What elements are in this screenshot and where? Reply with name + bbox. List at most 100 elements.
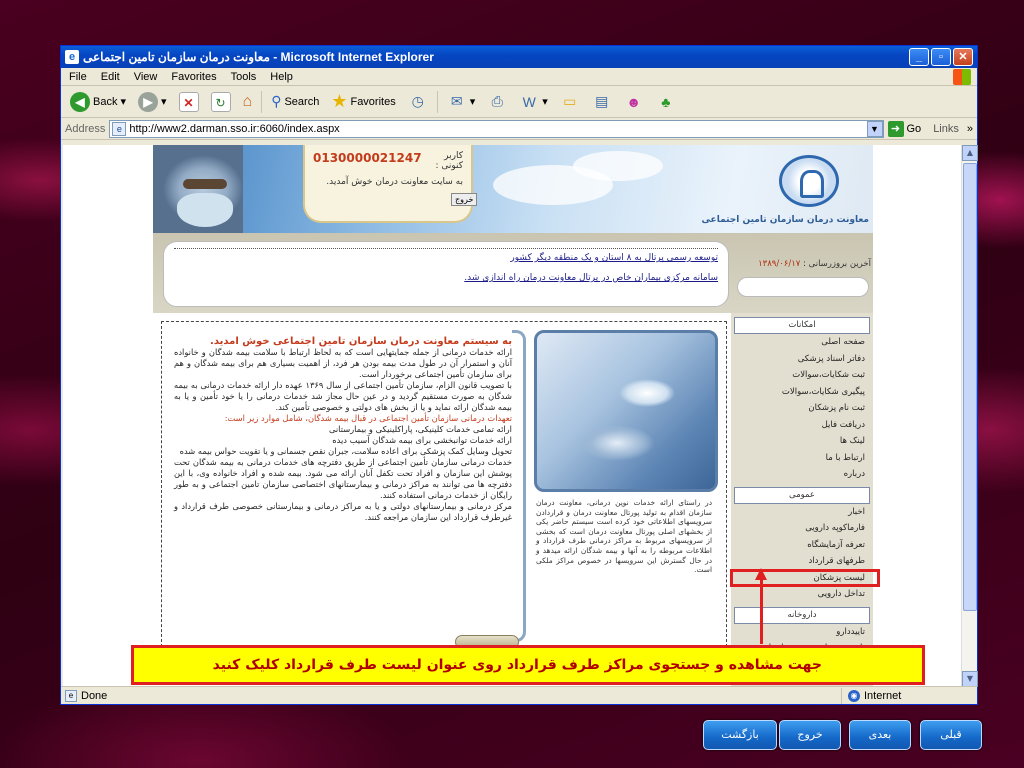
minimize-button[interactable]: _ xyxy=(909,48,929,66)
menu-view[interactable]: View xyxy=(134,71,158,83)
search-icon: ⚲ xyxy=(271,93,282,109)
main-paragraph: ارائه خدمات درمانی از جمله جمایتهایی است… xyxy=(174,347,512,379)
menu-item-contract-parties[interactable]: طرفهای قرارداد xyxy=(731,553,873,570)
refresh-button[interactable]: ↻ xyxy=(208,90,234,114)
print-button[interactable]: ⎙ xyxy=(484,91,510,112)
chevron-down-icon: ▾ xyxy=(542,96,548,108)
toolbar-separator xyxy=(261,90,263,113)
next-nav-button[interactable]: بعدی xyxy=(849,720,911,750)
home-button[interactable]: ⌂ xyxy=(240,91,256,113)
news-link[interactable]: توسعه رسمی پرتال به ۸ استان و یک منطقه د… xyxy=(174,253,718,263)
welcome-text: به سایت معاونت درمان خوش آمدید. xyxy=(326,177,463,187)
menu-item-doctors-list[interactable]: لیست پزشکان xyxy=(730,568,880,587)
messenger-button[interactable]: ☻ xyxy=(621,92,647,112)
menu-item-download[interactable]: دریافت فایل xyxy=(731,417,873,434)
home-icon: ⌂ xyxy=(242,92,253,110)
research-button[interactable]: ▤ xyxy=(589,91,615,112)
back-nav-button[interactable]: بازگشت xyxy=(703,720,777,750)
current-user: کاربر کنونی : 0130000021247 xyxy=(313,151,463,171)
globe-icon: ◉ xyxy=(848,689,860,702)
news-link[interactable]: سامانه مرکزی بیماران خاص در پرتال معاونت… xyxy=(174,273,718,283)
menu-item-about[interactable]: درباره xyxy=(731,466,873,483)
menu-item-contact[interactable]: ارتباط با ما xyxy=(731,450,873,467)
toolbar: ◀ Back ▾ ▶ ▾ ✕ ↻ ⌂ ⚲ Search ★ Favorites … xyxy=(61,86,977,118)
doctor-mask xyxy=(177,193,233,227)
printer-icon: ⎙ xyxy=(491,93,503,109)
scroll-thumb[interactable] xyxy=(963,163,977,611)
content-frame: به سیستم معاونت درمان سازمان تامین اجتما… xyxy=(161,321,727,647)
menu-help[interactable]: Help xyxy=(270,71,293,83)
update-slot xyxy=(737,277,869,297)
main-list-item: ارائه خدمات توانبخشی برای بیمه شدگان آسی… xyxy=(332,435,512,445)
forward-button[interactable]: ▶ ▾ xyxy=(135,90,170,114)
menu-item-drug-approval[interactable]: تاییددارو xyxy=(731,624,873,641)
main-subtitle: تعهدات درمانی سازمان تأمین اجتماعی در قب… xyxy=(224,413,512,423)
search-button[interactable]: ⚲ Search xyxy=(268,91,322,112)
menu-group-general: عمومی xyxy=(734,486,870,504)
annotation-arrow xyxy=(760,578,763,644)
scroll-up-icon[interactable]: ▲ xyxy=(962,145,978,161)
sso-emblem-icon xyxy=(779,155,839,207)
menu-item-submit-complaint[interactable]: ثبت شکایات،سوالات xyxy=(731,367,873,384)
vertical-scrollbar[interactable]: ▲ ▼ xyxy=(961,145,978,687)
menu-file[interactable]: File xyxy=(69,71,87,83)
logout-button[interactable]: خروج xyxy=(451,193,478,206)
folder-icon: ▭ xyxy=(563,93,577,109)
favorites-button[interactable]: ★ Favorites xyxy=(328,89,398,114)
previous-nav-button[interactable]: قبلی xyxy=(920,720,982,750)
folder-button[interactable]: ▭ xyxy=(557,91,583,112)
main-title: به سیستم معاونت درمان سازمان تامین اجتما… xyxy=(210,336,512,347)
menu-favorites[interactable]: Favorites xyxy=(171,71,216,83)
windows-flag-icon xyxy=(953,69,971,85)
mail-button[interactable]: ✉ ▾ xyxy=(444,91,479,112)
main-list-item: ارائه تمامی خدمات کلینیکی، پاراکلینیکی و… xyxy=(328,424,512,434)
last-update-date: ۱۳۸۹/۰۶/۱۷ xyxy=(758,259,801,269)
news-divider xyxy=(174,248,718,249)
address-url: http://www2.darman.sso.ir:6060/index.asp… xyxy=(129,122,340,135)
address-input[interactable]: e http://www2.darman.sso.ir:6060/index.a… xyxy=(109,119,884,138)
window-title: معاونت درمان سازمان تامین اجتماعی - Micr… xyxy=(83,50,434,64)
favorites-label: Favorites xyxy=(350,95,396,108)
menu-item-doctor-register[interactable]: ثبت نام پزشکان xyxy=(731,400,873,417)
main-text: به سیستم معاونت درمان سازمان تامین اجتما… xyxy=(174,336,512,523)
title-bar[interactable]: e معاونت درمان سازمان تامین اجتماعی - Mi… xyxy=(61,46,977,68)
edit-icon: W xyxy=(522,93,536,110)
menu-item-news[interactable]: اخبار xyxy=(731,504,873,521)
chevron-down-icon: ▾ xyxy=(469,96,476,108)
menu-item-pharmacopeia[interactable]: فارماکوپه دارویی xyxy=(731,520,873,537)
go-button[interactable]: ➜ Go xyxy=(887,120,921,137)
menu-item-drug-interaction[interactable]: تداخل دارویی xyxy=(731,586,873,603)
go-arrow-icon: ➜ xyxy=(887,120,904,137)
links-button[interactable]: Links xyxy=(933,123,959,135)
users-button[interactable]: ♣ xyxy=(653,92,679,112)
last-update-label: آخرین بروزرسانی : xyxy=(803,259,871,269)
menu-item-links[interactable]: لینک ها xyxy=(731,433,873,450)
doctor-image xyxy=(153,145,243,233)
menu-tools[interactable]: Tools xyxy=(231,71,257,83)
history-button[interactable]: ◷ xyxy=(405,91,431,112)
back-button[interactable]: ◀ Back ▾ xyxy=(67,90,129,114)
menu-edit[interactable]: Edit xyxy=(101,71,120,83)
menu-item-lab-tariff[interactable]: تعرفه آزمایشگاه xyxy=(731,537,873,554)
edit-button[interactable]: W ▾ xyxy=(516,92,551,112)
close-button[interactable]: ✕ xyxy=(953,48,973,66)
chevron-down-icon[interactable]: ▼ xyxy=(866,120,883,137)
menu-item-track-complaint[interactable]: پیگیری شکایات،سوالات xyxy=(731,384,873,401)
doctor-eyes xyxy=(183,179,227,189)
stop-button[interactable]: ✕ xyxy=(176,90,202,114)
menu-item-home[interactable]: صفحه اصلی xyxy=(731,334,873,351)
chevron-right-icon[interactable]: » xyxy=(967,123,973,135)
mail-icon: ✉ xyxy=(450,93,463,109)
menu-item-medical-offices[interactable]: دفاتر اسناد پزشکی xyxy=(731,351,873,368)
browser-window: e معاونت درمان سازمان تامین اجتماعی - Mi… xyxy=(60,45,978,705)
news-box: توسعه رسمی پرتال به ۸ استان و یک منطقه د… xyxy=(163,241,729,307)
menu-group-pharmacy: داروخانه xyxy=(734,606,870,624)
scroll-down-icon[interactable]: ▼ xyxy=(962,671,978,687)
content-bracket xyxy=(512,330,526,642)
main-paragraph: با تصویب قانون الزام، سازمان تأمین اجتما… xyxy=(174,380,512,412)
maximize-button[interactable]: ▫ xyxy=(931,48,951,66)
instruction-callout: جهت مشاهده و جستجوی مراکز طرف قرارداد رو… xyxy=(131,645,925,685)
page-done-icon: e xyxy=(65,689,77,702)
exit-nav-button[interactable]: خروج xyxy=(779,720,841,750)
last-update: آخرین بروزرسانی : ۱۳۸۹/۰۶/۱۷ xyxy=(735,259,871,269)
